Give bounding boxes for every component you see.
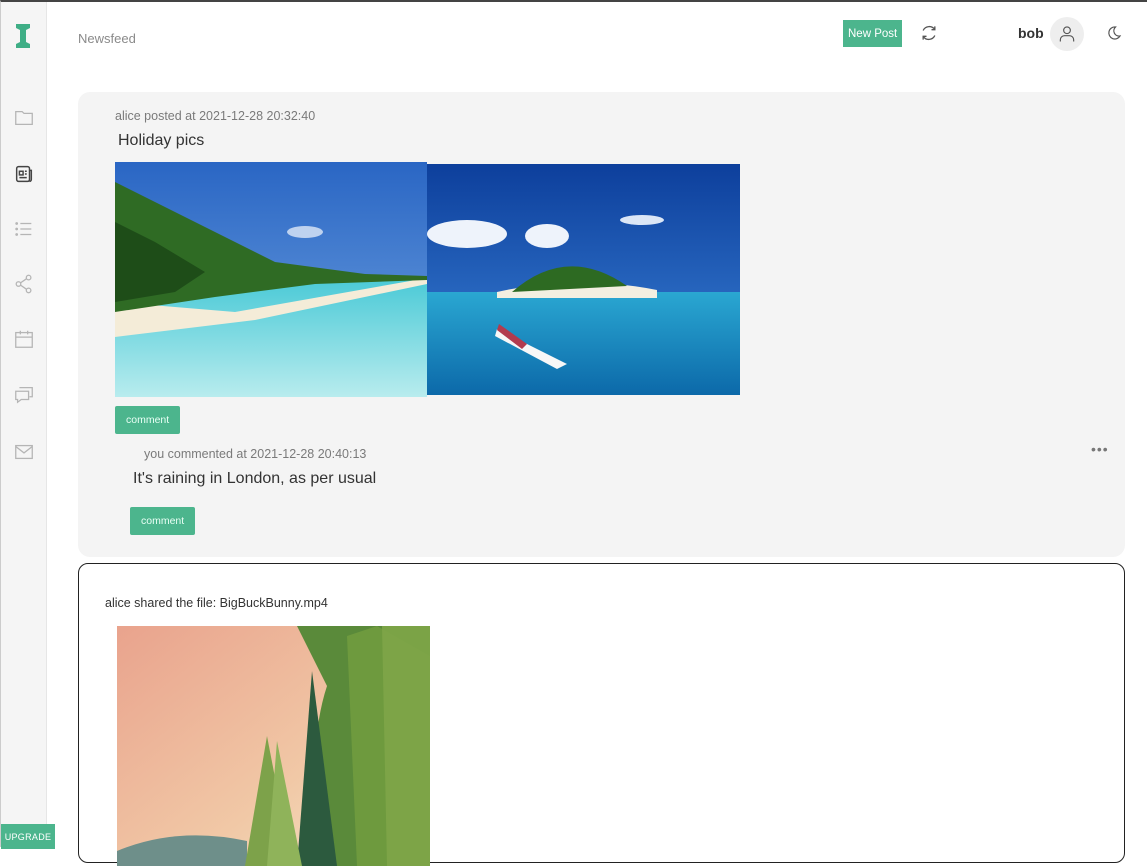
- newsfeed-icon: [15, 165, 33, 183]
- sidebar-item-chat[interactable]: [10, 380, 38, 408]
- share-card: alice shared the file: BigBuckBunny.mp4: [78, 563, 1125, 866]
- comment-text: It's raining in London, as per usual: [133, 470, 377, 487]
- logo-icon[interactable]: [15, 24, 31, 48]
- calendar-icon: [15, 330, 33, 348]
- sidebar-item-files[interactable]: [10, 104, 38, 132]
- user-icon: [1059, 26, 1075, 42]
- mail-icon: [15, 444, 33, 460]
- new-post-button[interactable]: New Post: [843, 20, 903, 47]
- upgrade-button[interactable]: UPGRADE: [1, 824, 55, 849]
- folder-icon: [15, 110, 33, 126]
- post-meta: alice posted at 2021-12-28 20:32:40: [115, 109, 316, 123]
- chat-icon: [15, 386, 33, 404]
- sidebar-item-calendar[interactable]: [10, 325, 38, 353]
- post-text: Holiday pics: [118, 132, 205, 149]
- share-text: alice shared the file: BigBuckBunny.mp4: [105, 596, 328, 610]
- reply-comment-button[interactable]: comment: [130, 507, 196, 535]
- sidebar-item-mail[interactable]: [10, 438, 38, 466]
- post-card: alice posted at 2021-12-28 20:32:40 Holi…: [78, 92, 1125, 557]
- video-thumbnail[interactable]: [117, 626, 430, 866]
- app-window: UPGRADE Newsfeed New Post bob alice post…: [0, 0, 1147, 866]
- more-options-icon[interactable]: •••: [1091, 441, 1109, 457]
- island-photo[interactable]: [427, 164, 740, 395]
- sidebar-item-share[interactable]: [10, 270, 38, 298]
- sidebar: [1, 2, 47, 849]
- comment-meta: you commented at 2021-12-28 20:40:13: [144, 447, 367, 461]
- user-name[interactable]: bob: [1018, 25, 1044, 41]
- beach-photo[interactable]: [115, 162, 427, 397]
- list-icon: [15, 222, 32, 236]
- page-title: Newsfeed: [78, 31, 136, 46]
- dark-mode-toggle-icon[interactable]: [1105, 24, 1123, 42]
- post-comment-button[interactable]: comment: [115, 406, 181, 434]
- share-icon: [15, 274, 32, 294]
- user-avatar-button[interactable]: [1050, 17, 1084, 51]
- sidebar-item-newsfeed[interactable]: [10, 160, 38, 188]
- refresh-icon[interactable]: [919, 23, 939, 43]
- sidebar-item-lists[interactable]: [10, 215, 38, 243]
